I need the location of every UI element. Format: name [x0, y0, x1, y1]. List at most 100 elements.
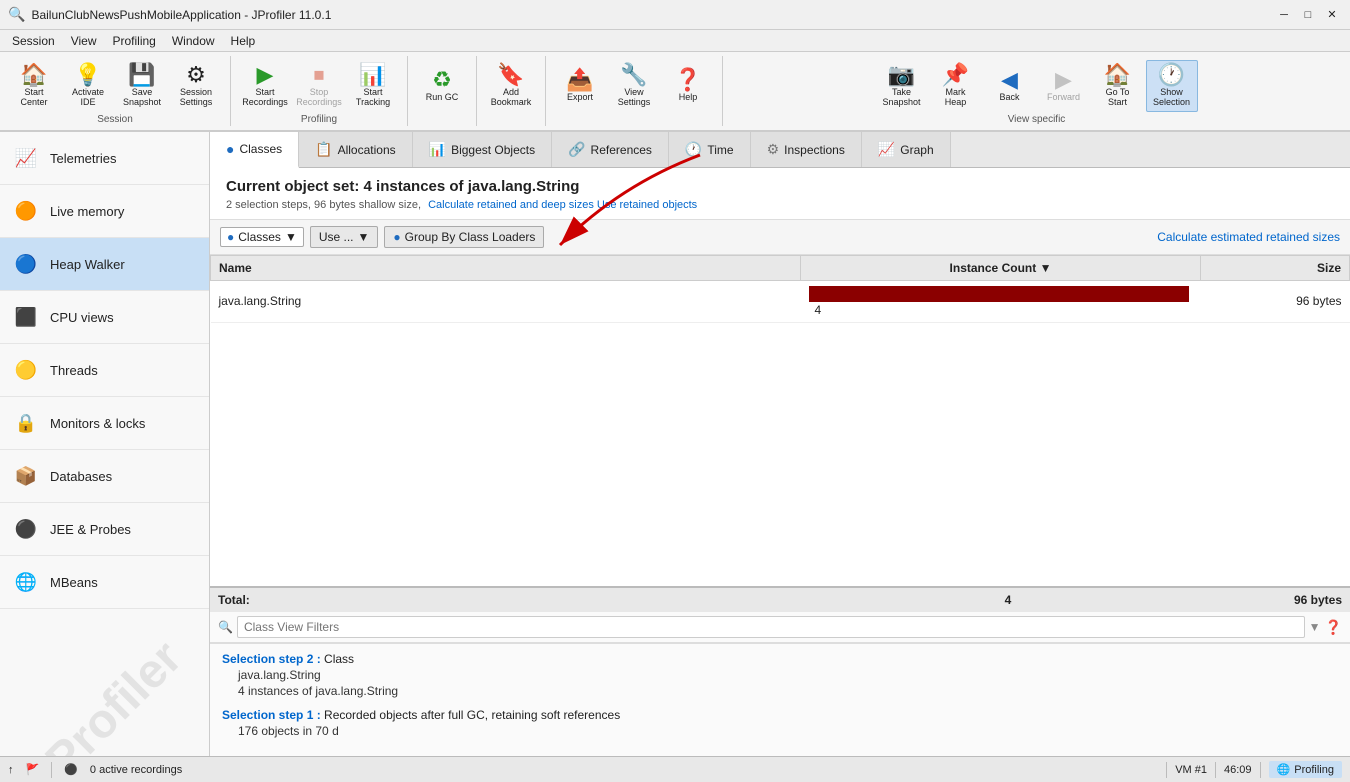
- window-controls[interactable]: ─ □ ✕: [1274, 5, 1342, 25]
- back-button[interactable]: ◀ Back: [984, 60, 1036, 112]
- sidebar-item-cpu-views[interactable]: ⬛ CPU views: [0, 291, 209, 344]
- vm-label: VM #1: [1175, 764, 1207, 776]
- mark-heap-button[interactable]: 📌 MarkHeap: [930, 60, 982, 112]
- toolbar-group-view-specific: 📷 TakeSnapshot 📌 MarkHeap ◀ Back ▶ Forwa…: [723, 56, 1350, 126]
- sidebar-item-telemetries[interactable]: 📈 Telemetries: [0, 132, 209, 185]
- tab-classes[interactable]: ● Classes: [210, 132, 299, 168]
- maximize-button[interactable]: □: [1298, 5, 1318, 25]
- tab-references[interactable]: 🔗 References: [552, 132, 669, 167]
- mark-heap-icon: 📌: [942, 64, 969, 86]
- tab-graph[interactable]: 📈 Graph: [862, 132, 951, 167]
- calc-retained-sizes-link[interactable]: Calculate estimated retained sizes: [1157, 230, 1340, 244]
- jee-probes-icon: ⚫: [12, 515, 40, 543]
- classes-dropdown-arrow: ▼: [285, 230, 297, 244]
- view-specific-group-label: View specific: [1008, 114, 1066, 127]
- group-by-class-loaders-button[interactable]: ● Group By Class Loaders: [384, 226, 544, 248]
- sidebar-item-mbeans[interactable]: 🌐 MBeans: [0, 556, 209, 609]
- start-center-label: StartCenter: [20, 88, 47, 108]
- start-tracking-label: StartTracking: [356, 88, 390, 108]
- start-recordings-button[interactable]: ▶ StartRecordings: [239, 60, 291, 112]
- filter-help-icon[interactable]: ❓: [1325, 619, 1342, 636]
- classes-dropdown-icon: ●: [227, 230, 234, 244]
- mbeans-icon: 🌐: [12, 568, 40, 596]
- sidebar-item-threads[interactable]: 🟡 Threads: [0, 344, 209, 397]
- tab-biggest-objects[interactable]: 📊 Biggest Objects: [413, 132, 552, 167]
- step2-header: Selection step 2 : Class: [222, 652, 1338, 666]
- menu-window[interactable]: Window: [164, 32, 223, 50]
- stop-recordings-button[interactable]: ⏹ StopRecordings: [293, 60, 345, 112]
- classes-dropdown-label: Classes: [238, 230, 281, 244]
- profiling-icon: 🌐: [1277, 763, 1291, 776]
- activate-ide-button[interactable]: 💡 ActivateIDE: [62, 60, 114, 112]
- help-button[interactable]: ❓ Help: [662, 60, 714, 112]
- step1-link[interactable]: Selection step 1 :: [222, 708, 321, 722]
- table-header: Name Instance Count ▼ Size: [211, 256, 1350, 281]
- add-bookmark-icon: 🔖: [497, 64, 524, 86]
- tab-graph-label: Graph: [900, 143, 933, 157]
- start-center-button[interactable]: 🏠 StartCenter: [8, 60, 60, 112]
- run-gc-button[interactable]: ♻ Run GC: [416, 60, 468, 112]
- save-snapshot-button[interactable]: 💾 SaveSnapshot: [116, 60, 168, 112]
- row-size: 96 bytes: [1201, 281, 1350, 323]
- subtitle-row: 2 selection steps, 96 bytes shallow size…: [226, 199, 1334, 211]
- graph-tab-icon: 📈: [878, 141, 895, 158]
- start-tracking-button[interactable]: 📊 StartTracking: [347, 60, 399, 112]
- start-center-icon: 🏠: [20, 64, 47, 86]
- mark-heap-label: MarkHeap: [945, 88, 967, 108]
- menu-session[interactable]: Session: [4, 32, 63, 50]
- start-recordings-icon: ▶: [257, 64, 274, 86]
- forward-label: Forward: [1047, 93, 1080, 103]
- menu-help[interactable]: Help: [223, 32, 264, 50]
- calc-retained-link[interactable]: Calculate retained and deep sizes: [428, 199, 594, 211]
- forward-button[interactable]: ▶ Forward: [1038, 60, 1090, 112]
- telemetries-icon: 📈: [12, 144, 40, 172]
- tab-inspections[interactable]: ⚙ Inspections: [751, 132, 862, 167]
- sidebar-label-threads: Threads: [50, 363, 98, 378]
- step2-link[interactable]: Selection step 2 :: [222, 652, 321, 666]
- sidebar-item-heap-walker[interactable]: 🔵 Heap Walker: [0, 238, 209, 291]
- tab-bar: ● Classes 📋 Allocations 📊 Biggest Object…: [210, 132, 1350, 168]
- tab-allocations[interactable]: 📋 Allocations: [299, 132, 412, 167]
- minimize-button[interactable]: ─: [1274, 5, 1294, 25]
- sidebar-item-live-memory[interactable]: 🟠 Live memory: [0, 185, 209, 238]
- filter-search-icon: 🔍: [218, 620, 233, 634]
- close-button[interactable]: ✕: [1322, 5, 1342, 25]
- col-name: Name: [211, 256, 801, 281]
- active-recordings-indicator: ⚫: [64, 763, 78, 776]
- toolbar-group-gc: ♻ Run GC: [408, 56, 477, 126]
- sidebar-item-jee-probes[interactable]: ⚫ JEE & Probes: [0, 503, 209, 556]
- count-value: 4: [815, 303, 822, 317]
- menu-profiling[interactable]: Profiling: [105, 32, 164, 50]
- tab-classes-label: Classes: [239, 142, 282, 156]
- sidebar-label-live-memory: Live memory: [50, 204, 124, 219]
- back-label: Back: [999, 93, 1019, 103]
- menu-view[interactable]: View: [63, 32, 105, 50]
- view-settings-icon: 🔧: [620, 64, 647, 86]
- tab-time[interactable]: 🕐 Time: [669, 132, 751, 167]
- sidebar-label-telemetries: Telemetries: [50, 151, 116, 166]
- group-label: Group By Class Loaders: [405, 230, 536, 244]
- use-retained-link[interactable]: Use retained objects: [597, 199, 697, 211]
- profiling-group-label: Profiling: [301, 114, 337, 127]
- take-snapshot-button[interactable]: 📷 TakeSnapshot: [876, 60, 928, 112]
- show-selection-icon: 🕐: [1158, 64, 1185, 86]
- classes-dropdown[interactable]: ● Classes ▼: [220, 227, 304, 247]
- references-tab-icon: 🔗: [568, 141, 585, 158]
- class-view-filter-input[interactable]: [237, 616, 1305, 638]
- add-bookmark-button[interactable]: 🔖 AddBookmark: [485, 60, 537, 112]
- use-button[interactable]: Use ... ▼: [310, 226, 379, 248]
- session-settings-icon: ⚙: [186, 64, 206, 86]
- tab-inspections-label: Inspections: [784, 143, 845, 157]
- session-settings-button[interactable]: ⚙ SessionSettings: [170, 60, 222, 112]
- show-selection-button[interactable]: 🕐 ShowSelection: [1146, 60, 1198, 112]
- go-to-start-button[interactable]: 🏠 Go ToStart: [1092, 60, 1144, 112]
- databases-icon: 📦: [12, 462, 40, 490]
- data-table: Name Instance Count ▼ Size java.lang.Str…: [210, 255, 1350, 586]
- view-settings-button[interactable]: 🔧 ViewSettings: [608, 60, 660, 112]
- go-to-start-icon: 🏠: [1104, 64, 1131, 86]
- run-gc-label: Run GC: [426, 93, 459, 103]
- sidebar-item-databases[interactable]: 📦 Databases: [0, 450, 209, 503]
- export-button[interactable]: 📤 Export: [554, 60, 606, 112]
- sidebar-item-monitors-locks[interactable]: 🔒 Monitors & locks: [0, 397, 209, 450]
- filter-dropdown-icon[interactable]: ▼: [1309, 620, 1321, 634]
